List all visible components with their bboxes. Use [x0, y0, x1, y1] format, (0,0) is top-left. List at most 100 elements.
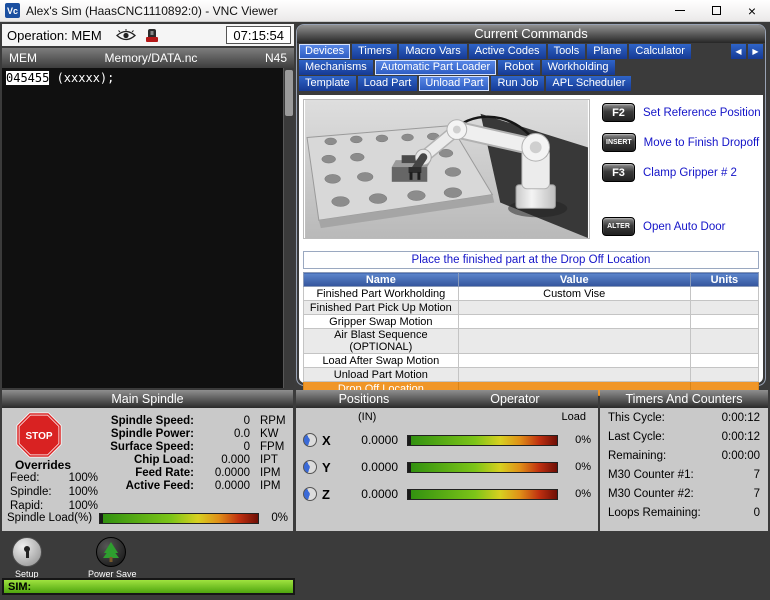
program-header: MEM Memory/DATA.nc N45	[2, 48, 294, 68]
program-scrollbar[interactable]	[283, 68, 294, 388]
x-axis-icon	[303, 433, 317, 447]
tab-robot[interactable]: Robot	[498, 60, 539, 75]
tab-row-2: Mechanisms Automatic Part Loader Robot W…	[297, 59, 765, 75]
tab-calculator[interactable]: Calculator	[629, 44, 691, 59]
main-spindle-panel: Main Spindle STOP Overrides Feed:100% Sp…	[2, 390, 293, 531]
timer-remaining: Remaining:0:00:00	[600, 446, 768, 465]
spindle-load-label: Spindle Load(%)	[7, 512, 92, 524]
open-auto-door-label: Open Auto Door	[643, 221, 725, 233]
timers-panel: Timers And Counters This Cycle:0:00:12 L…	[600, 390, 768, 531]
overrides-title: Overrides	[10, 458, 76, 472]
close-icon: ×	[748, 4, 756, 18]
tab-active-codes[interactable]: Active Codes	[469, 44, 546, 59]
tab-tools[interactable]: Tools	[548, 44, 586, 59]
tree-icon	[101, 541, 121, 563]
operation-mode: Operation: MEM	[7, 28, 102, 43]
spindle-load-row: Spindle Load(%) 0%	[7, 512, 288, 524]
hand-jog-icon	[144, 28, 160, 43]
power-save-button[interactable]	[96, 537, 126, 567]
clock-display: 07:15:54	[226, 26, 291, 44]
tab-plane[interactable]: Plane	[587, 44, 627, 59]
lock-icon	[23, 546, 31, 558]
row-name: Unload Part Motion	[304, 368, 459, 382]
tab-template[interactable]: Template	[299, 76, 356, 91]
tab-automatic-part-loader[interactable]: Automatic Part Loader	[375, 60, 496, 75]
timer-this-cycle: This Cycle:0:00:12	[600, 408, 768, 427]
row-value	[458, 354, 690, 368]
minimize-button[interactable]	[662, 0, 698, 21]
row-units	[690, 354, 758, 368]
code-cursor: 045455	[6, 71, 49, 85]
maximize-button[interactable]	[698, 0, 734, 21]
positions-mode: Operator	[432, 390, 598, 408]
tab-mechanisms[interactable]: Mechanisms	[299, 60, 373, 75]
instruction-message: Place the finished part at the Drop Off …	[303, 251, 759, 269]
insert-key-button[interactable]: INSERT	[602, 133, 636, 152]
sim-status-bar: SIM:	[2, 578, 295, 595]
y-load-bar	[407, 462, 558, 473]
tab-row-1: Devices Timers Macro Vars Active Codes T…	[297, 43, 765, 59]
sim-label: SIM:	[4, 581, 31, 593]
set-reference-position-label: Set Reference Position	[643, 107, 761, 119]
f2-key-button[interactable]: F2	[602, 103, 635, 122]
apl-buttons: F2 Set Reference Position INSERT Move to…	[590, 99, 761, 247]
override-feed: Feed:100%	[10, 472, 98, 484]
row-value	[458, 315, 690, 329]
tab-scroll-right-icon[interactable]: ▶	[748, 44, 763, 59]
timers-title: Timers And Counters	[600, 390, 768, 408]
loops-remaining: Loops Remaining:0	[600, 503, 768, 522]
m30-counter-2: M30 Counter #2:7	[600, 484, 768, 503]
z-axis-icon	[303, 487, 317, 501]
scrollbar-thumb[interactable]	[285, 70, 293, 116]
table-header-value: Value	[458, 273, 690, 287]
table-row[interactable]: Finished Part Pick Up Motion	[304, 301, 759, 315]
tab-macro-vars[interactable]: Macro Vars	[399, 44, 466, 59]
tab-timers[interactable]: Timers	[352, 44, 397, 59]
tab-apl-scheduler[interactable]: APL Scheduler	[546, 76, 631, 91]
table-row[interactable]: Gripper Swap Motion	[304, 315, 759, 329]
program-code-area[interactable]: 045455 (xxxxx);	[2, 68, 294, 388]
spindle-load-bar	[99, 513, 259, 524]
table-row[interactable]: Air Blast Sequence (OPTIONAL)	[304, 329, 759, 354]
tab-unload-part[interactable]: Unload Part	[419, 76, 489, 91]
table-row[interactable]: Unload Part Motion	[304, 368, 759, 382]
tab-scroll-left-icon[interactable]: ◀	[731, 44, 746, 59]
tab-workholding[interactable]: Workholding	[542, 60, 615, 75]
table-row[interactable]: Finished Part Workholding Custom Vise	[304, 287, 759, 301]
window-titlebar: Vc Alex's Sim (HaasCNC1110892:0) - VNC V…	[0, 0, 770, 22]
y-axis-icon	[303, 460, 317, 474]
load-column-label: Load	[562, 411, 586, 423]
close-button[interactable]: ×	[734, 0, 770, 21]
override-rapid: Rapid:100%	[10, 500, 98, 512]
svg-text:STOP: STOP	[25, 431, 52, 442]
positions-title: Positions	[296, 390, 432, 408]
apl-content: F2 Set Reference Position INSERT Move to…	[299, 95, 763, 383]
minimize-icon	[675, 10, 685, 11]
tab-load-part[interactable]: Load Part	[358, 76, 418, 91]
current-commands-panel: Current Commands Devices Timers Macro Va…	[296, 24, 766, 386]
timer-last-cycle: Last Cycle:0:00:12	[600, 427, 768, 446]
row-units	[690, 287, 758, 301]
row-value	[458, 301, 690, 315]
program-path: Memory/DATA.nc	[37, 51, 265, 65]
table-header-row: Name Value Units	[304, 273, 759, 287]
robot-arm-image	[303, 99, 590, 239]
tab-devices[interactable]: Devices	[299, 44, 350, 59]
alter-key-button[interactable]: ALTER	[602, 217, 635, 236]
row-name: Gripper Swap Motion	[304, 315, 459, 329]
f3-key-button[interactable]: F3	[602, 163, 635, 182]
spindle-load-percent: 0%	[266, 512, 288, 524]
axis-row-x: X 0.0000 0%	[296, 430, 598, 450]
tab-run-job[interactable]: Run Job	[491, 76, 544, 91]
table-header-units: Units	[690, 273, 758, 287]
row-value: Custom Vise	[458, 287, 690, 301]
tab-row-3: Template Load Part Unload Part Run Job A…	[297, 75, 765, 91]
table-row[interactable]: Load After Swap Motion	[304, 354, 759, 368]
window-controls: ×	[662, 0, 770, 21]
program-line-number: N45	[265, 51, 294, 65]
units-label: (IN)	[358, 411, 376, 423]
clamp-gripper-label: Clamp Gripper # 2	[643, 167, 737, 179]
setup-button[interactable]	[12, 537, 42, 567]
row-value	[458, 368, 690, 382]
z-load-bar	[407, 489, 558, 500]
